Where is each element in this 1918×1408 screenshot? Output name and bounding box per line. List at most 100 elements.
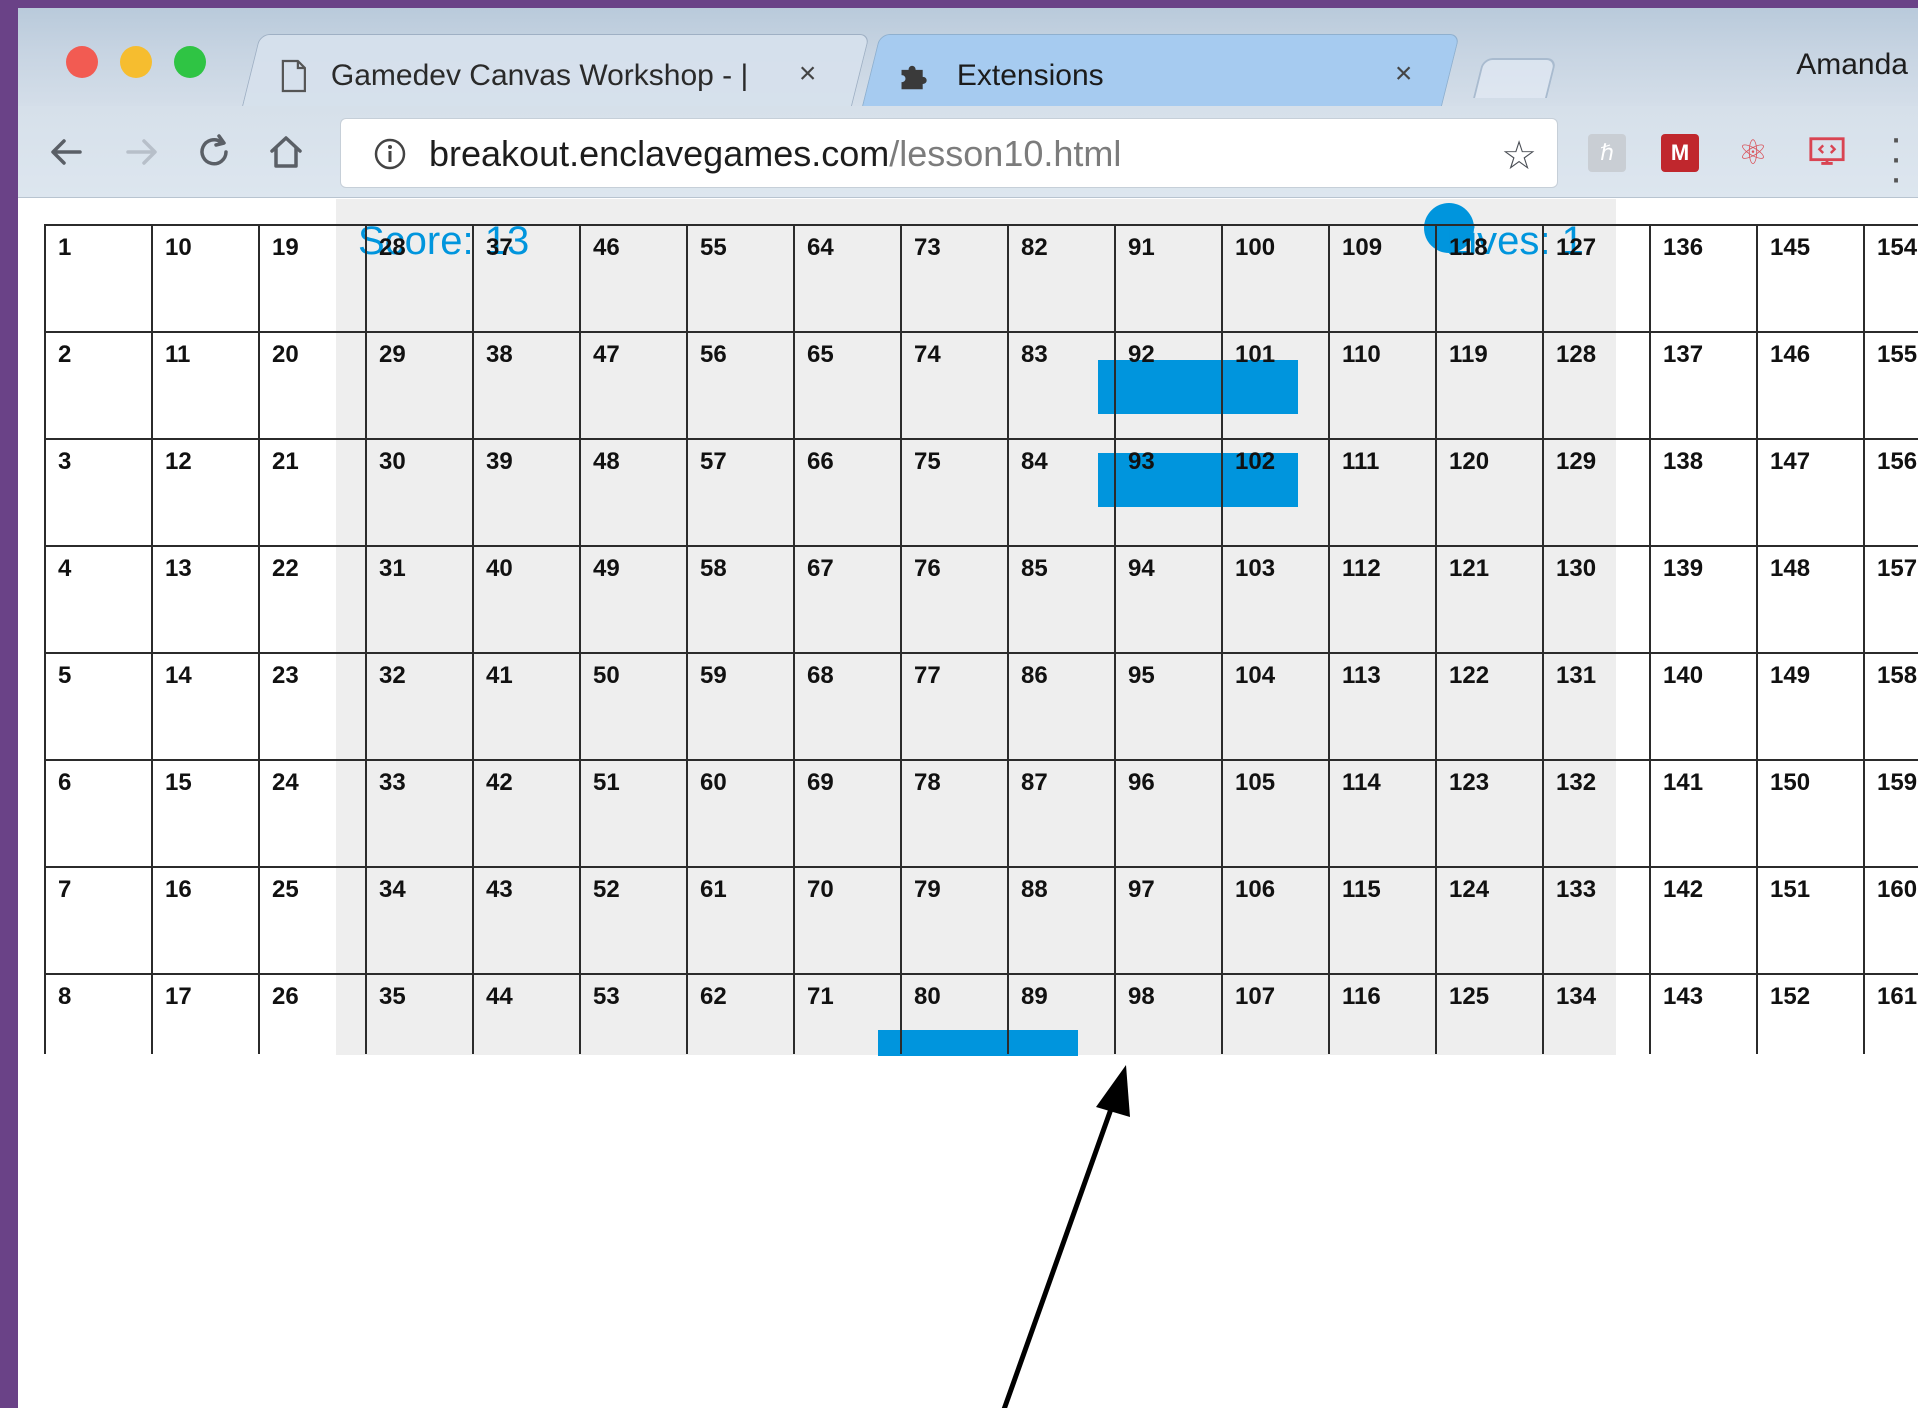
maximize-window-button[interactable] xyxy=(174,46,206,78)
close-window-button[interactable] xyxy=(66,46,98,78)
home-icon[interactable] xyxy=(262,128,310,176)
grid-cell: 1 xyxy=(46,224,153,331)
grid-cell: 150 xyxy=(1758,759,1865,866)
grid-cell: 4 xyxy=(46,545,153,652)
forward-arrow-icon[interactable] xyxy=(118,128,166,176)
grid-cell: 57 xyxy=(688,438,795,545)
tab-close-icon[interactable]: × xyxy=(799,57,817,91)
grid-cell: 120 xyxy=(1437,438,1544,545)
grid-column: 154 155 156 157 158 159 160 161 xyxy=(1863,224,1918,1054)
grid-cell: 100 xyxy=(1223,224,1330,331)
grid-cell: 58 xyxy=(688,545,795,652)
grid-cell: 97 xyxy=(1116,866,1223,973)
grid-column: 118 119 120 121 122 123 124 125 xyxy=(1435,224,1544,1054)
tab-close-icon[interactable]: × xyxy=(1395,57,1413,91)
grid-cell: 12 xyxy=(153,438,260,545)
grid-cell: 132 xyxy=(1544,759,1651,866)
back-arrow-icon[interactable] xyxy=(42,128,90,176)
grid-cell: 109 xyxy=(1330,224,1437,331)
grid-cell: 14 xyxy=(153,652,260,759)
grid-cell: 32 xyxy=(367,652,474,759)
url-host: breakout.enclavegames.com xyxy=(429,133,890,174)
grid-cell: 49 xyxy=(581,545,688,652)
grid-cell: 8 xyxy=(46,973,153,1080)
ext-h-icon[interactable]: ℏ xyxy=(1588,134,1626,172)
grid-column: 46 47 48 49 50 51 52 53 xyxy=(579,224,688,1054)
grid-cell: 78 xyxy=(902,759,1009,866)
grid-cell: 74 xyxy=(902,331,1009,438)
grid-column: 100 101 102 103 104 105 106 107 xyxy=(1221,224,1330,1054)
ext-atom-icon[interactable]: ⚛ xyxy=(1734,134,1772,172)
grid-cell: 156 xyxy=(1865,438,1918,545)
reload-icon[interactable] xyxy=(190,128,238,176)
grid-cell: 77 xyxy=(902,652,1009,759)
grid-cell: 131 xyxy=(1544,652,1651,759)
grid-cell: 91 xyxy=(1116,224,1223,331)
grid-cell: 138 xyxy=(1651,438,1758,545)
grid-cell: 95 xyxy=(1116,652,1223,759)
grid-cell: 25 xyxy=(260,866,367,973)
address-bar[interactable]: breakout.enclavegames.com/lesson10.html … xyxy=(340,118,1558,188)
grid-cell: 127 xyxy=(1544,224,1651,331)
grid-cell: 67 xyxy=(795,545,902,652)
grid-cell: 116 xyxy=(1330,973,1437,1080)
grid-cell: 128 xyxy=(1544,331,1651,438)
grid-cell: 28 xyxy=(367,224,474,331)
grid-cell: 85 xyxy=(1009,545,1116,652)
grid-cell: 2 xyxy=(46,331,153,438)
tab-extensions[interactable]: Extensions × xyxy=(860,34,1460,114)
grid-cell: 140 xyxy=(1651,652,1758,759)
grid-cell: 155 xyxy=(1865,331,1918,438)
grid-cell: 61 xyxy=(688,866,795,973)
grid-cell: 123 xyxy=(1437,759,1544,866)
grid-cell: 39 xyxy=(474,438,581,545)
tab-title: Extensions xyxy=(956,59,1104,92)
grid-cell: 130 xyxy=(1544,545,1651,652)
desktop-top-strip xyxy=(0,0,1918,8)
grid-cell: 133 xyxy=(1544,866,1651,973)
grid-column: 109 110 111 112 113 114 115 116 xyxy=(1328,224,1437,1054)
grid-cell: 42 xyxy=(474,759,581,866)
page-viewport: Score: 13 Lives: 1 1 2 3 4 5 6 7 8 10 11 12 13 14 15 1… xyxy=(18,199,1918,1408)
annotation-arrow xyxy=(1001,1065,1130,1408)
ext-m-icon[interactable]: M xyxy=(1661,134,1699,172)
grid-cell: 31 xyxy=(367,545,474,652)
grid-cell: 115 xyxy=(1330,866,1437,973)
grid-cell: 141 xyxy=(1651,759,1758,866)
grid-cell: 30 xyxy=(367,438,474,545)
grid-cell: 122 xyxy=(1437,652,1544,759)
grid-cell: 3 xyxy=(46,438,153,545)
grid-column: 73 74 75 76 77 78 79 80 xyxy=(900,224,1009,1054)
grid-cell: 84 xyxy=(1009,438,1116,545)
grid-cell: 79 xyxy=(902,866,1009,973)
grid-cell: 106 xyxy=(1223,866,1330,973)
document-icon xyxy=(281,59,306,93)
new-tab-button[interactable] xyxy=(1473,58,1557,98)
grid-column: 28 29 30 31 32 33 34 35 xyxy=(365,224,474,1054)
grid-cell: 111 xyxy=(1330,438,1437,545)
minimize-window-button[interactable] xyxy=(120,46,152,78)
url-path: /lesson10.html xyxy=(889,133,1122,174)
ext-devtools-icon[interactable] xyxy=(1808,134,1846,172)
grid-cell: 137 xyxy=(1651,331,1758,438)
grid-cell: 107 xyxy=(1223,973,1330,1080)
grid-column: 37 38 39 40 41 42 43 44 xyxy=(472,224,581,1054)
menu-dots-icon[interactable]: · · · xyxy=(1886,118,1906,198)
grid-cell: 47 xyxy=(581,331,688,438)
grid-cell: 59 xyxy=(688,652,795,759)
info-icon[interactable] xyxy=(373,137,407,171)
grid-cell: 70 xyxy=(795,866,902,973)
bookmark-star-icon[interactable]: ☆ xyxy=(1501,133,1537,179)
grid-cell: 35 xyxy=(367,973,474,1080)
grid-cell: 73 xyxy=(902,224,1009,331)
grid-cell: 139 xyxy=(1651,545,1758,652)
grid-cell: 56 xyxy=(688,331,795,438)
grid-column: 145 146 147 148 149 150 151 152 xyxy=(1756,224,1865,1054)
grid-cell: 34 xyxy=(367,866,474,973)
grid-cell: 159 xyxy=(1865,759,1918,866)
grid-cell: 16 xyxy=(153,866,260,973)
profile-name[interactable]: Amanda xyxy=(1796,48,1908,82)
grid-cell: 7 xyxy=(46,866,153,973)
grid-cell: 53 xyxy=(581,973,688,1080)
tab-gamedev-workshop[interactable]: Gamedev Canvas Workshop - | × xyxy=(240,34,870,114)
